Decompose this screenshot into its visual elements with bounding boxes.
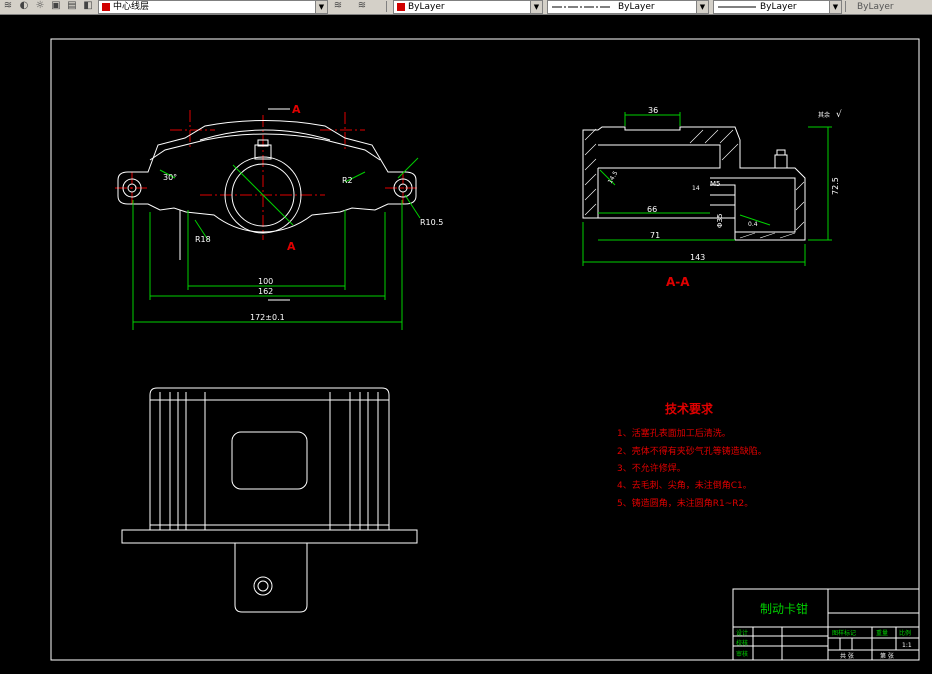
dashdot-linetype-icon xyxy=(552,6,612,8)
chevron-down-icon[interactable]: ▼ xyxy=(315,1,327,13)
color-dropdown[interactable]: ByLayer ▼ xyxy=(393,0,543,14)
color-swatch-icon xyxy=(102,3,110,11)
title-block-row-label: 设计 xyxy=(736,629,748,637)
dim-small-a: 14 xyxy=(692,185,700,192)
tech-req-item: 3、不允许修焊。 xyxy=(617,462,686,474)
lineweight-dropdown[interactable]: ByLayer ▼ xyxy=(713,0,842,14)
roughness-note: 其余 xyxy=(818,111,830,119)
sun-icon[interactable]: ☼ xyxy=(34,0,46,12)
section-view xyxy=(582,112,832,266)
drawing-border xyxy=(50,38,920,661)
section-title: A-A xyxy=(666,275,690,289)
dim-143: 143 xyxy=(690,253,705,262)
chevron-down-icon[interactable]: ▼ xyxy=(696,1,708,13)
drawing-canvas[interactable]: A A 30° R18 R2 R10.5 100 162 172±0.1 36 … xyxy=(0,15,932,674)
chevron-down-icon[interactable]: ▼ xyxy=(530,1,542,13)
lightbulb-icon[interactable]: ◐ xyxy=(18,0,30,12)
title-block-col-label: 图样标记 xyxy=(832,629,856,637)
title-block-name: 制动卡钳 xyxy=(760,602,808,616)
tech-req-title: 技术要求 xyxy=(665,401,714,416)
title-block-row-label: 校核 xyxy=(736,639,748,647)
palette-icon[interactable]: ◧ xyxy=(82,0,94,12)
section-label-top: A xyxy=(292,103,301,116)
roughness-symbol: √ xyxy=(836,109,842,120)
dim-r18: R18 xyxy=(195,235,211,244)
dim-small-b: 0.4 xyxy=(748,221,758,228)
title-block xyxy=(732,588,920,661)
dim-36: 36 xyxy=(648,106,658,115)
tech-req-item: 2、壳体不得有夹砂气孔等铸造缺陷。 xyxy=(617,445,767,457)
plotstyle-value: ByLayer xyxy=(857,2,894,12)
title-block-col-label: 重量 xyxy=(876,629,888,637)
dim-72-5: 72.5 xyxy=(831,177,840,195)
dim-71: 71 xyxy=(650,231,660,240)
lineweight-value: ByLayer xyxy=(760,2,797,12)
tech-req-item: 5、铸造圆角，未注圆角R1~R2。 xyxy=(617,497,753,509)
title-block-row-label: 审核 xyxy=(736,650,748,658)
section-label-bottom: A xyxy=(287,240,296,253)
front-view xyxy=(115,108,421,330)
title-block-sheet: 共 张 xyxy=(840,652,854,660)
dim-66: 66 xyxy=(647,205,657,214)
dim-m5: M5 xyxy=(710,180,721,188)
chevron-down-icon[interactable]: ▼ xyxy=(829,1,841,13)
color-swatch-icon xyxy=(397,3,405,11)
layer-manager-icon[interactable]: ≋ xyxy=(2,0,14,12)
lock-icon[interactable]: ▤ xyxy=(66,0,78,12)
dim-angle: 30° xyxy=(163,173,177,182)
linetype-dropdown[interactable]: ByLayer ▼ xyxy=(547,0,709,14)
dim-172: 172±0.1 xyxy=(250,313,285,322)
title-block-sheet: 第 张 xyxy=(880,652,894,660)
top-view xyxy=(121,387,418,613)
color-value: ByLayer xyxy=(408,2,445,12)
layer-dropdown[interactable]: 中心线层 ▼ xyxy=(98,0,328,14)
dim-100: 100 xyxy=(258,277,273,286)
tech-req-item: 1、活塞孔表面加工后清洗。 xyxy=(617,427,731,439)
layer-previous-icon[interactable]: ≋ xyxy=(356,0,368,12)
dim-phi35: Φ35 xyxy=(716,214,724,228)
toolbar: ≋ ◐ ☼ ▣ ▤ ◧ 中心线层 ▼ ≋ ≋ ByLayer ▼ ByLayer… xyxy=(0,0,932,15)
separator xyxy=(386,1,387,12)
dim-r10-5: R10.5 xyxy=(420,218,443,227)
layer-name: 中心线层 xyxy=(113,2,150,12)
freeze-icon[interactable]: ▣ xyxy=(50,0,62,12)
title-block-scale: 1:1 xyxy=(902,642,912,649)
make-current-layer-icon[interactable]: ≋ xyxy=(332,0,344,12)
tech-req-item: 4、去毛刺、尖角，未注倒角C1。 xyxy=(617,479,752,491)
plotstyle-dropdown[interactable]: ByLayer xyxy=(850,0,932,14)
dim-small-c: 14.5 xyxy=(607,170,620,185)
linetype-value: ByLayer xyxy=(618,2,655,12)
solid-line-icon xyxy=(718,6,756,8)
dim-162: 162 xyxy=(258,287,273,296)
dim-r2: R2 xyxy=(342,176,353,185)
title-block-col-label: 比例 xyxy=(899,629,911,637)
separator xyxy=(845,1,846,12)
